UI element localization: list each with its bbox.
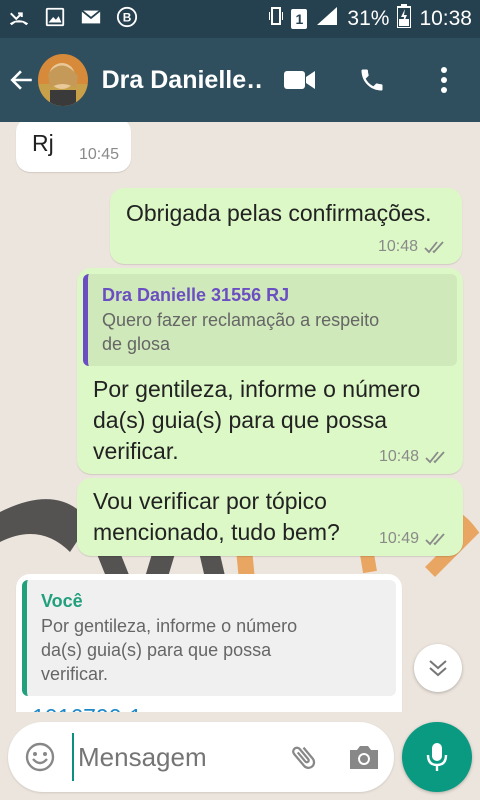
quote-author: Dra Danielle 31556 RJ (102, 285, 290, 305)
back-arrow-icon (10, 70, 32, 90)
mail-icon (80, 6, 102, 33)
message-text: Vou verificar por tópico (93, 488, 327, 514)
quote-text: Por gentileza, informe o número (41, 616, 298, 636)
message-time: 10:49 (378, 530, 419, 547)
message-outgoing-reply[interactable]: Dra Danielle 31556 RJ Quero fazer reclam… (77, 268, 463, 474)
message-time: 10:45 (78, 146, 119, 163)
double-check-icon (424, 241, 444, 254)
message-text: Obrigada pelas confirmações. (126, 200, 432, 226)
video-call-button[interactable] (264, 38, 336, 122)
camera-icon (350, 746, 378, 769)
more-vert-icon (441, 67, 447, 93)
message-text: Por gentileza, informe o número (93, 376, 421, 402)
quoted-message[interactable]: Você Por gentileza, informe o número da(… (22, 580, 396, 696)
video-call-icon (284, 71, 315, 89)
quote-author: Você (41, 591, 83, 611)
double-check-icon (425, 533, 445, 546)
message-incoming-reply[interactable]: Você Por gentileza, informe o número da(… (16, 574, 402, 712)
voice-message-button[interactable] (402, 722, 472, 792)
double-check-icon (425, 451, 445, 464)
scroll-to-bottom-button[interactable] (414, 644, 462, 692)
phone-icon (361, 69, 383, 91)
chat-area[interactable]: Rj 10:45 Obrigada pelas confirmações. 10… (0, 122, 480, 712)
chat-header: Dra Danielle… (0, 38, 480, 122)
message-text: Rj (32, 130, 54, 156)
message-incoming[interactable]: Rj 10:45 (16, 122, 131, 172)
quote-text: de glosa (102, 334, 171, 354)
image-icon (44, 6, 66, 33)
quote-text: da(s) guia(s) para que possa (41, 640, 272, 660)
battery-icon (396, 4, 413, 34)
message-link[interactable]: 1016790-1 (32, 702, 142, 712)
signal-icon (315, 5, 339, 33)
voice-call-button[interactable] (336, 38, 408, 122)
contact-name[interactable]: Dra Danielle… (102, 66, 264, 95)
clock: 10:38 (419, 7, 472, 30)
sim-icon: 1 (291, 9, 308, 29)
vibrate-icon (268, 5, 285, 33)
quote-text: Quero fazer reclamação a respeito (102, 310, 380, 330)
avatar[interactable] (37, 54, 88, 106)
emoji-button[interactable] (8, 722, 72, 792)
missed-call-icon (8, 6, 30, 33)
emoji-icon (25, 742, 55, 772)
mic-icon (426, 743, 448, 771)
message-text: verificar. (93, 438, 179, 464)
message-text: mencionado, tudo bem? (93, 519, 340, 545)
camera-button[interactable] (334, 722, 394, 792)
menu-button[interactable] (408, 38, 480, 122)
message-outgoing[interactable]: Obrigada pelas confirmações. 10:48 (110, 188, 462, 264)
message-outgoing[interactable]: Vou verificar por tópico mencionado, tud… (77, 478, 463, 556)
compose-bar (0, 712, 480, 800)
chevron-down-icon (429, 660, 447, 677)
message-time: 10:48 (378, 448, 419, 465)
b-icon: B (116, 6, 138, 33)
compose-box (8, 722, 394, 792)
attach-button[interactable] (274, 722, 334, 792)
message-time: 10:48 (377, 238, 418, 255)
status-bar: B 1 31% 10:38 (0, 0, 480, 38)
svg-text:B: B (123, 10, 132, 24)
message-text: da(s) guia(s) para que possa (93, 407, 388, 433)
quoted-message[interactable]: Dra Danielle 31556 RJ Quero fazer reclam… (83, 274, 457, 366)
message-input[interactable] (72, 733, 272, 781)
battery-level: 31% (347, 7, 390, 30)
attach-icon (292, 746, 316, 769)
quote-text: verificar. (41, 664, 109, 684)
